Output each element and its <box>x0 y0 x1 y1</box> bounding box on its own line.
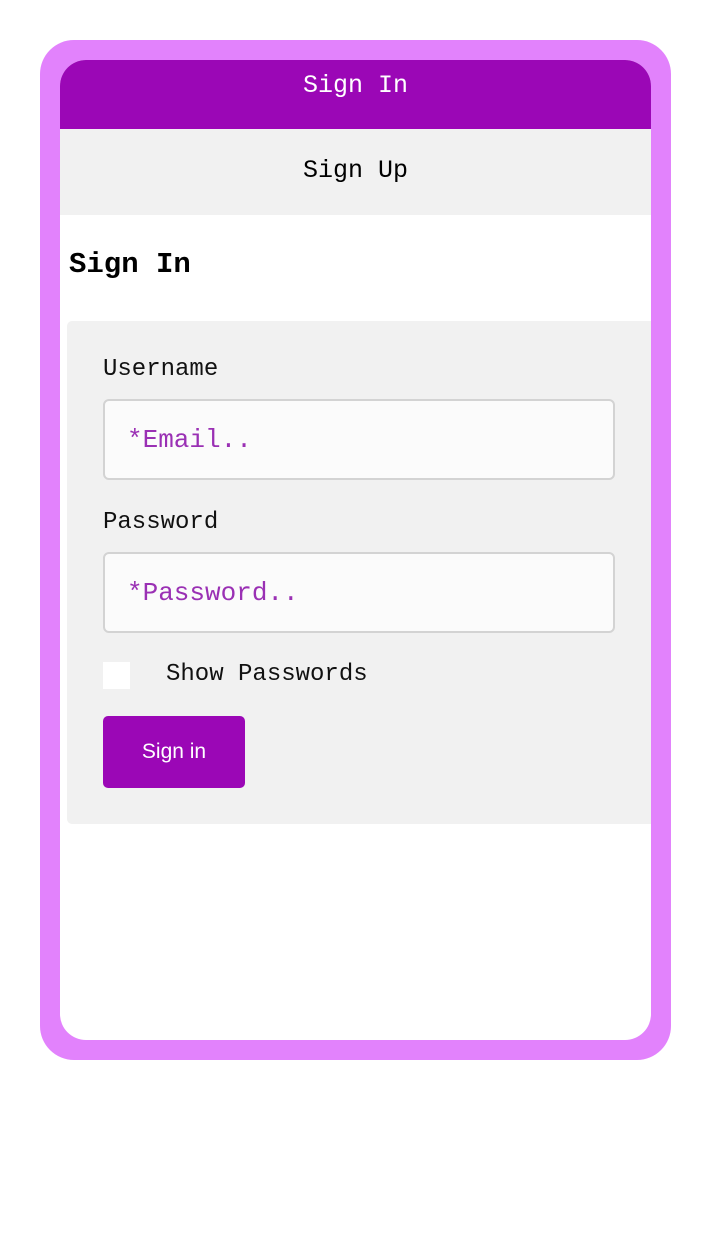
sign-in-button[interactable]: Sign in <box>103 716 245 788</box>
username-label: Username <box>103 356 219 383</box>
show-passwords-checkbox[interactable] <box>103 662 130 689</box>
app-screen: Sign In Sign Up Sign In Username Passwor… <box>60 60 651 1040</box>
sign-in-form: Username Password Show Passwords Sign in <box>67 321 651 824</box>
tab-sign-in[interactable]: Sign In <box>60 60 651 129</box>
show-passwords-label[interactable]: Show Passwords <box>166 661 368 688</box>
page-title: Sign In <box>69 248 191 281</box>
password-label: Password <box>103 509 219 536</box>
password-input[interactable] <box>103 552 615 633</box>
device-frame: Sign In Sign Up Sign In Username Passwor… <box>40 40 671 1060</box>
tab-sign-up[interactable]: Sign Up <box>60 129 651 215</box>
username-input[interactable] <box>103 399 615 480</box>
